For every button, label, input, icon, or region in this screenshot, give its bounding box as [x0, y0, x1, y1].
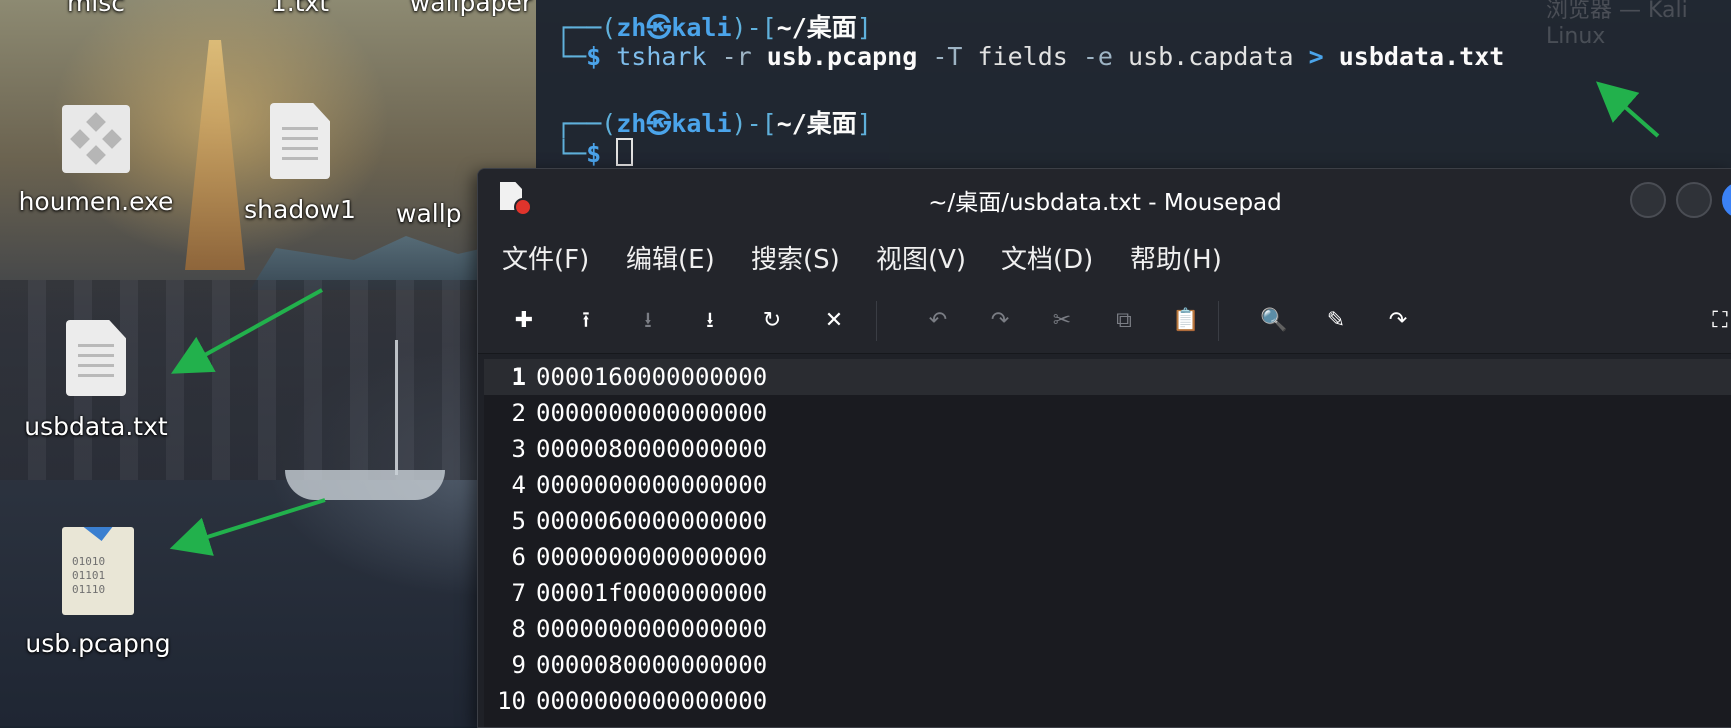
arrow-to-command	[1595, 81, 1660, 138]
annotation-arrows	[169, 81, 1660, 556]
arrow-to-usbdata-icon	[171, 288, 323, 374]
arrow-to-pcapng-icon	[169, 498, 326, 556]
